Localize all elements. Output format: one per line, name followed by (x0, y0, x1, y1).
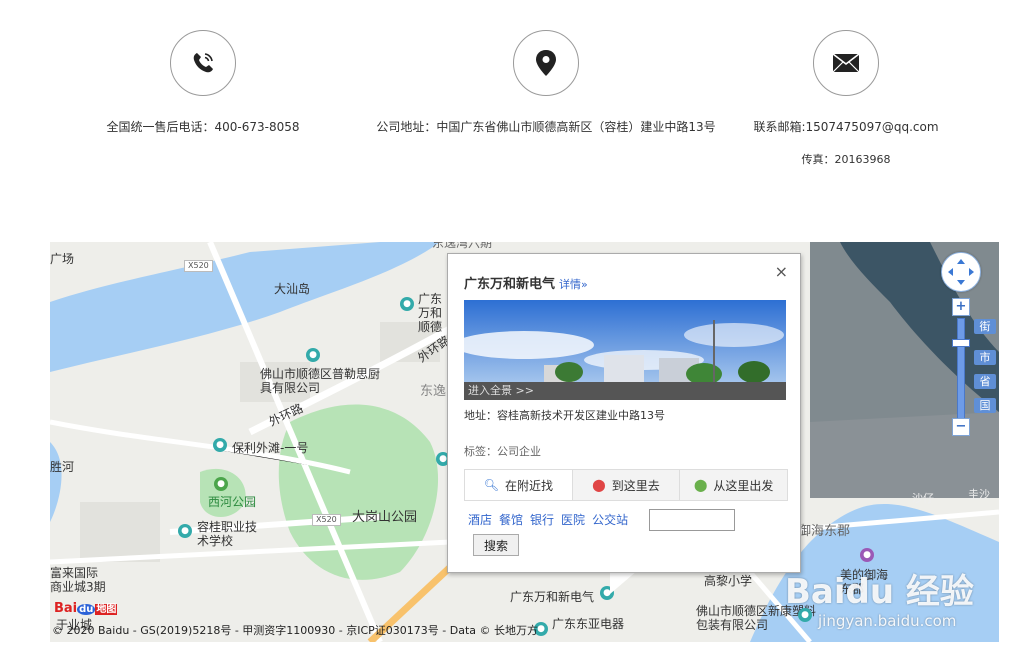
contact-phone: 全国统一售后电话：400-673-8058 (103, 30, 303, 135)
zoom-slider-handle[interactable] (952, 339, 970, 347)
map-label-ronggui-school: 容桂职业技术学校 (197, 520, 258, 548)
map-label-gaoli: 高黎小学 (704, 574, 753, 588)
map-label-xihe: 西河公园 (208, 495, 257, 509)
zoom-slider[interactable] (957, 318, 965, 420)
poi-icon: ● (400, 297, 414, 311)
contact-email: 联系邮箱:1507475097@qq.com 传真：20163968 (734, 30, 958, 167)
popup-pointer (610, 570, 638, 594)
map-label-dongyi-top: 东逸湾六期 (432, 242, 493, 250)
fax-text: 传真：20163968 (801, 153, 891, 166)
link-hospital[interactable]: 医院 (561, 511, 585, 528)
school-icon: ● (178, 524, 192, 538)
map-label-shenghe: 胜河 (50, 460, 75, 474)
link-bus-stop[interactable]: 公交站 (592, 511, 628, 528)
map-label-gddongya: 广东东亚电器 (552, 617, 625, 631)
contact-address: 公司地址：中国广东省佛山市顺德高新区（容桂）建业中路13号 (371, 30, 721, 135)
zoom-level-province[interactable]: 省 (974, 374, 996, 389)
map-copyright: © 2020 Baidu - GS(2019)5218号 - 甲测资字11009… (52, 624, 539, 637)
link-hotel[interactable]: 酒店 (468, 511, 492, 528)
link-restaurant[interactable]: 餐馆 (499, 511, 523, 528)
phone-icon (170, 30, 236, 96)
pin-icon: ⬤ (693, 478, 708, 492)
poi-icon: ● (213, 438, 227, 452)
map-label-guisha: 圭沙 (968, 488, 990, 501)
map-label-baoli: 保利外滩-一号 (232, 441, 309, 455)
tab-go-here[interactable]: ⬤ 到这里去 (572, 470, 681, 500)
arrows-icon (948, 259, 974, 285)
map-label-gdwanhe-poi: 广东万和新电气 (510, 590, 595, 604)
nearby-search-input[interactable] (649, 509, 735, 531)
streetview-link[interactable]: 进入全景 >> (468, 382, 534, 398)
zoom-level-city[interactable]: 市 (974, 350, 996, 365)
baidu-map-logo: Bai du 地图 (54, 601, 118, 616)
details-link[interactable]: 详情» (559, 278, 588, 291)
road-badge: X520 (312, 514, 341, 526)
popup-tags: 标签：公司企业 (464, 445, 541, 458)
search-icon: 🔍︎ (483, 478, 499, 492)
map-label-dashandao: 大汕岛 (274, 282, 311, 296)
zoom-level-street[interactable]: 街 (974, 319, 996, 334)
map-label-pujin: 佛山市顺德区普勒思厨具有限公司 (260, 367, 381, 395)
email-text[interactable]: 联系邮箱:1507475097@qq.com (734, 118, 958, 135)
popup-title: 广东万和新电气 详情» (464, 277, 588, 292)
pin-icon: ⬤ (592, 478, 606, 492)
map-label-yuhai: 御海东郡 (798, 524, 851, 539)
park-icon: ● (214, 477, 228, 491)
tab-nearby[interactable]: 🔍︎ 在附近找 (465, 470, 573, 500)
route-tabs: 🔍︎ 在附近找 ⬤ 到这里去 ⬤ 从这里出发 (464, 469, 788, 501)
map-label-shazai: 沙仔 (912, 492, 934, 505)
phone-text: 全国统一售后电话：400-673-8058 (106, 120, 300, 134)
map-label-dagang: 大岗山公园 (352, 510, 418, 525)
poi-icon: ● (860, 548, 874, 562)
address-text: 公司地址：中国广东省佛山市顺德高新区（容桂）建业中路13号 (376, 120, 716, 134)
search-button[interactable]: 搜索 (473, 534, 520, 556)
popup-address: 地址：容桂高新技术开发区建业中路13号 (464, 409, 665, 422)
zoom-in-button[interactable]: + (952, 298, 970, 316)
map-label-gdwanhe-short: 广东万和顺德 (418, 292, 443, 334)
zoom-out-button[interactable]: − (952, 418, 970, 436)
zoom-level-country[interactable]: 国 (974, 398, 996, 413)
info-window: 广东万和新电气 详情» × 进入全景 >> 地址：容桂高新技术开发区建业中路13… (447, 253, 801, 573)
close-icon[interactable]: × (775, 262, 788, 281)
streetview-photo[interactable]: 进入全景 >> (464, 300, 786, 400)
map-label-dong: 东逸 (420, 384, 447, 399)
road-badge: X520 (184, 260, 213, 272)
baidu-jingyan-watermark: Baidu 经验 (785, 572, 974, 612)
nearby-quick-links: 酒店 餐馆 银行 医院 公交站 (468, 511, 628, 528)
mail-icon (813, 30, 879, 96)
link-bank[interactable]: 银行 (530, 511, 554, 528)
tab-start-here[interactable]: ⬤ 从这里出发 (680, 470, 788, 500)
map-label-guangchang: 广场 (50, 252, 75, 266)
map-label-fulai: 富来国际商业城3期 (50, 566, 106, 594)
poi-icon: ● (306, 348, 320, 362)
location-pin-icon (513, 30, 579, 96)
pan-control[interactable] (941, 252, 981, 292)
baidu-jingyan-url: jingyan.baidu.com (818, 612, 957, 630)
